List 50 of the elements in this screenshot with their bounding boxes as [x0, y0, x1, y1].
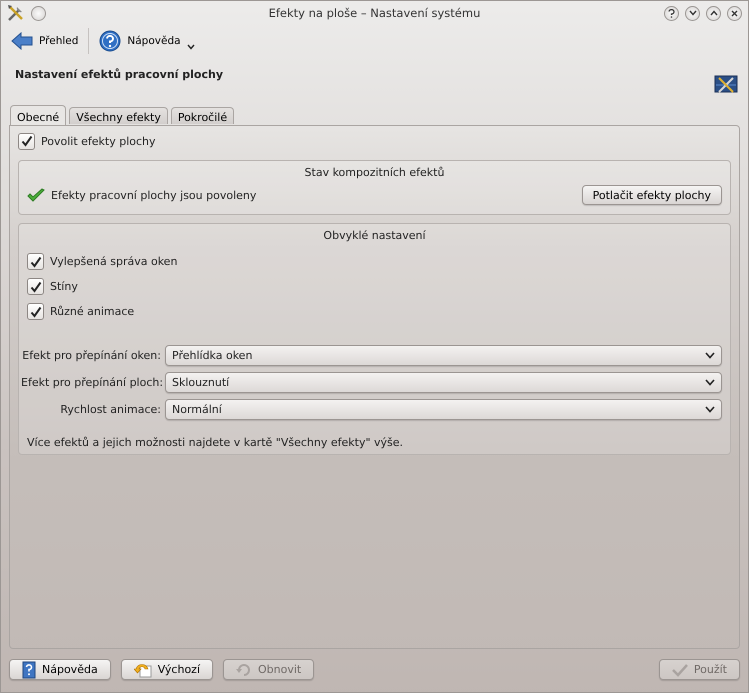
tab[interactable]: Všechny efekty — [69, 107, 168, 124]
chevron-down-icon — [688, 10, 696, 16]
close-icon — [731, 10, 738, 16]
back-button[interactable]: Přehled — [7, 30, 82, 52]
help-menu-button[interactable]: Nápověda — [95, 28, 199, 54]
question-mark-icon — [668, 8, 675, 18]
chevron-icon — [705, 352, 715, 359]
chevron-icon — [705, 406, 715, 413]
group-title: Obvyklé nastavení — [322, 228, 427, 244]
dropdown[interactable]: Sklouznutí — [165, 372, 722, 393]
caret-icon — [186, 44, 195, 50]
tab[interactable]: Pokročilé — [170, 107, 234, 124]
help-book-icon — [22, 660, 36, 678]
defaults-button[interactable]: Výchozí — [120, 659, 214, 680]
window-title: Efekty na ploše – Nastavení systému — [268, 6, 482, 20]
help-button[interactable] — [664, 6, 679, 20]
minimize-button[interactable] — [685, 6, 700, 20]
reset-arrow-icon — [236, 662, 252, 676]
desktop-tools-icon — [714, 73, 738, 95]
tab[interactable]: Obecné — [10, 105, 66, 125]
menu-button[interactable] — [31, 6, 46, 20]
group-title: Stav kompozitních efektů — [304, 165, 446, 181]
help-icon — [99, 30, 122, 52]
status-text: Efekty pracovní plochy jsou povoleny — [51, 188, 256, 202]
tools-icon — [7, 4, 25, 22]
help-button[interactable]: Nápověda — [9, 659, 111, 680]
checkbox-label: Stíny — [50, 280, 78, 293]
undo-arrow-icon — [134, 662, 152, 678]
suspend-effects-button[interactable]: Potlačit efekty plochy — [582, 185, 722, 205]
chevron-up-icon — [710, 10, 718, 16]
checkbox-label: Vylepšená správa oken — [50, 255, 178, 268]
checkbox-label: Různé animace — [50, 305, 134, 318]
combo-label: Rychlost animace: — [59, 403, 161, 416]
checkmark-icon — [27, 188, 45, 202]
maximize-button[interactable] — [706, 6, 721, 20]
checkbox-label: Povolit efekty plochy — [41, 134, 156, 148]
close-button[interactable] — [727, 6, 742, 20]
dropdown[interactable]: Normální — [165, 399, 722, 420]
checkbox[interactable] — [27, 303, 44, 320]
checkmark-icon — [672, 662, 688, 676]
chevron-icon — [705, 379, 715, 386]
combo-label: Efekt pro přepínání ploch: — [21, 376, 161, 389]
hint-text: Více efektů a jejich možnosti najdete v kartě "Všechny efekty" výše. — [27, 436, 404, 449]
checkbox[interactable] — [18, 132, 35, 150]
checkbox[interactable] — [27, 278, 44, 295]
page-heading: Nastavení efektů pracovní plochy — [15, 68, 223, 80]
checkbox[interactable] — [27, 253, 44, 270]
back-arrow-icon — [11, 32, 33, 50]
combo-label: Efekt pro přepínání oken: — [21, 349, 161, 362]
dropdown[interactable]: Přehlídka oken — [165, 345, 722, 366]
